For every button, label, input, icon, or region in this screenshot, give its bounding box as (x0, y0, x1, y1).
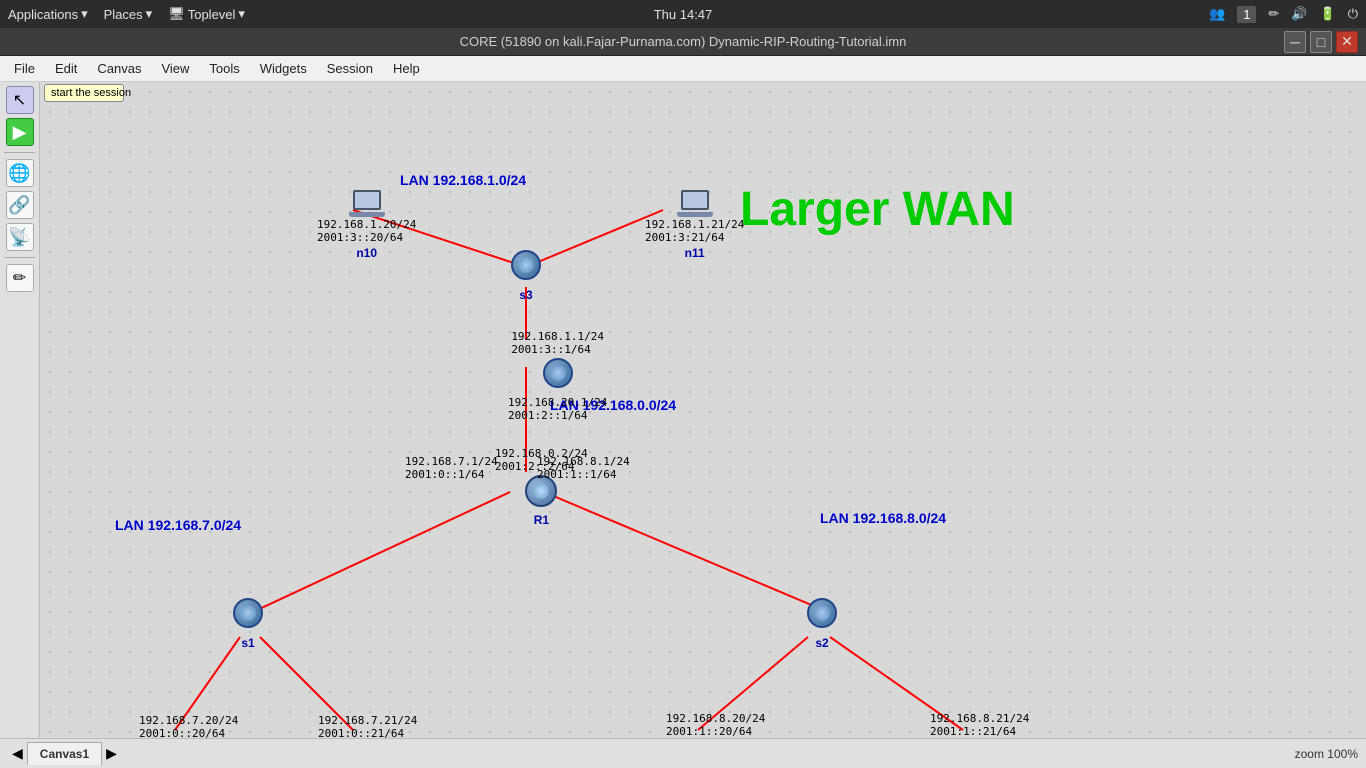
maximize-button[interactable]: □ (1310, 31, 1332, 53)
network-tool-2[interactable]: 🔗 (6, 191, 34, 219)
node-s2[interactable]: s2 (804, 598, 840, 650)
apps-chevron-icon: ▾ (81, 6, 88, 22)
toplevel-menu[interactable]: 🖥 Toplevel ▾ (168, 6, 245, 22)
node-s3-label: s3 (519, 288, 532, 302)
start-session-label[interactable]: start the session (44, 84, 124, 102)
pencil-icon: ✏ (1268, 6, 1279, 22)
network-tool-1[interactable]: 🌐 (6, 159, 34, 187)
system-clock: Thu 14:47 (654, 7, 713, 22)
node-n1-addr: 192.168.7.20/242001:0::20/64 (139, 714, 238, 738)
places-label: Places (104, 7, 143, 22)
toolbar-separator-1 (4, 152, 35, 153)
menu-widgets[interactable]: Widgets (250, 59, 317, 78)
start-session-circle-button[interactable]: ▶ (6, 118, 34, 146)
canvas-tabs-area: ◀ Canvas1 ▶ (8, 742, 121, 765)
system-bar-left: Applications ▾ Places ▾ 🖥 Toplevel ▾ (8, 6, 245, 22)
toplevel-chevron-icon: ▾ (238, 6, 245, 22)
applications-menu[interactable]: Applications ▾ (8, 6, 88, 22)
switch-s2-icon (804, 598, 840, 634)
lan-label-8: LAN 192.168.8.0/24 (820, 510, 946, 526)
router-r1-icon (523, 475, 559, 511)
node-r1-addr-center: 192.168.0.2/242001:2::2/64 (495, 447, 588, 473)
node-s1[interactable]: s1 (230, 598, 266, 650)
node-r1-addr-left: 192.168.7.1/242001:0::1/64 (405, 455, 498, 481)
menu-tools[interactable]: Tools (199, 59, 249, 78)
menu-help[interactable]: Help (383, 59, 430, 78)
close-button[interactable]: ✕ (1336, 31, 1358, 53)
battery-icon: 🔋 (1320, 6, 1336, 22)
annotation-tool[interactable]: ✏ (6, 264, 34, 292)
minimize-button[interactable]: ─ (1284, 31, 1306, 53)
left-toolbar: ↖ ▶ 🌐 🔗 📡 ✏ (0, 82, 40, 738)
window-controls: ─ □ ✕ (1284, 31, 1358, 53)
node-n6-addr: 192.168.8.21/242001:1::21/64 (930, 712, 1029, 738)
canvas-scroll-right[interactable]: ▶ (102, 745, 121, 762)
toplevel-icon: 🖥 (168, 6, 185, 22)
window-title-bar: CORE (51890 on kali.Fajar-Purnama.com) D… (0, 28, 1366, 56)
window-title: CORE (51890 on kali.Fajar-Purnama.com) D… (460, 34, 907, 49)
node-n5[interactable]: 192.168.8.20/242001:1::20/64 n5 (666, 712, 765, 738)
canvas-tab-1[interactable]: Canvas1 (27, 742, 102, 765)
node-n10-addr: 192.168.1.20/242001:3::20/64 (317, 218, 416, 244)
zoom-level: zoom 100% (1295, 747, 1358, 761)
node-r1-label: R1 (534, 513, 549, 527)
applications-label: Applications (8, 7, 78, 22)
node-n11-addr: 192.168.1.21/242001:3:21/64 (645, 218, 744, 244)
menu-edit[interactable]: Edit (45, 59, 87, 78)
node-mid-switch[interactable]: 192.168.1.1/242001:3::1/64 192.168.20.1/… (508, 330, 607, 422)
laptop-n11-icon (677, 190, 713, 218)
volume-icon: 🔊 (1291, 6, 1307, 22)
canvas-area[interactable]: start the session LAN 192.168.1.0/ (40, 82, 1366, 738)
node-n10-label: n10 (356, 246, 377, 260)
node-s2-label: s2 (815, 636, 828, 650)
node-mid-addr1: 192.168.1.1/242001:3::1/64 (511, 330, 604, 356)
select-tool-button[interactable]: ↖ (6, 86, 34, 114)
lan-label-1: LAN 192.168.1.0/24 (400, 172, 526, 188)
canvas-scroll-left[interactable]: ◀ (8, 745, 27, 762)
node-n1[interactable]: 192.168.7.20/242001:0::20/64 n1 (139, 714, 238, 738)
places-chevron-icon: ▾ (146, 6, 153, 22)
menu-session[interactable]: Session (317, 59, 383, 78)
menu-canvas[interactable]: Canvas (87, 59, 151, 78)
laptop-n10-icon (349, 190, 385, 218)
node-s3[interactable]: s3 (508, 250, 544, 302)
node-n11[interactable]: 192.168.1.21/242001:3:21/64 n11 (645, 190, 744, 260)
switch-s3-icon (508, 250, 544, 286)
switch-s1-icon (230, 598, 266, 634)
node-s1-label: s1 (241, 636, 254, 650)
lan-label-7: LAN 192.168.7.0/24 (115, 517, 241, 533)
menu-view[interactable]: View (151, 59, 199, 78)
workspace-indicator: 1 (1237, 6, 1256, 23)
system-bar-right: 👥 1 ✏ 🔊 🔋 ⏻ (1209, 6, 1358, 23)
wan-label: Larger WAN (740, 182, 1015, 237)
power-icon: ⏻ (1348, 6, 1358, 22)
toolbar-separator-2 (4, 257, 35, 258)
node-n11-label: n11 (685, 246, 705, 260)
users-icon: 👥 (1209, 6, 1225, 22)
main-layout: ↖ ▶ 🌐 🔗 📡 ✏ start the session (0, 82, 1366, 738)
node-r1[interactable]: 192.168.7.1/242001:0::1/64 192.168.8.1/2… (495, 447, 588, 527)
places-menu[interactable]: Places ▾ (104, 6, 153, 22)
status-bar: ◀ Canvas1 ▶ zoom 100% (0, 738, 1366, 768)
menu-bar: File Edit Canvas View Tools Widgets Sess… (0, 56, 1366, 82)
network-tool-3[interactable]: 📡 (6, 223, 34, 251)
node-n10[interactable]: 192.168.1.20/242001:3::20/64 n10 (317, 190, 416, 260)
switch-mid-icon (540, 358, 576, 394)
node-n5-addr: 192.168.8.20/242001:1::20/64 (666, 712, 765, 738)
node-n2-addr: 192.168.7.21/242001:0::21/64 (318, 714, 417, 738)
node-n2[interactable]: 192.168.7.21/242001:0::21/64 n2 (318, 714, 417, 738)
system-bar: Applications ▾ Places ▾ 🖥 Toplevel ▾ Thu… (0, 0, 1366, 28)
menu-file[interactable]: File (4, 59, 45, 78)
node-n6[interactable]: 192.168.8.21/242001:1::21/64 n6 (930, 712, 1029, 738)
node-mid-addr2: 192.168.20.1/242001:2::1/64 (508, 396, 607, 422)
toplevel-label: Toplevel (188, 7, 236, 22)
